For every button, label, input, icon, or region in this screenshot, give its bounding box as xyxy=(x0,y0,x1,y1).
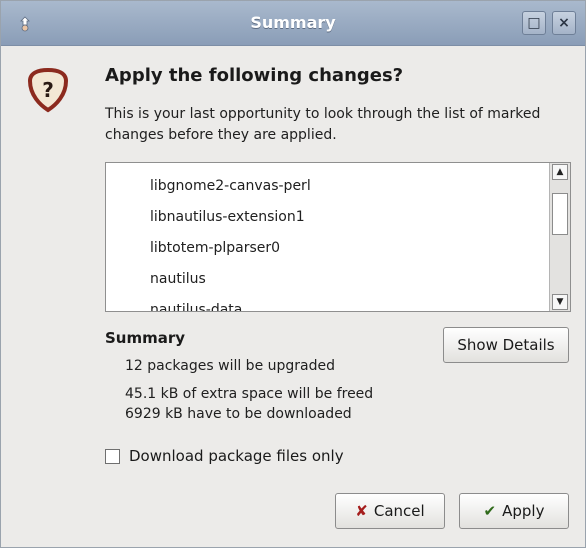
list-item[interactable]: libtotem-plparser0 xyxy=(150,233,311,264)
list-item[interactable]: nautilus-data xyxy=(150,295,311,311)
download-only-label[interactable]: Download package files only xyxy=(129,447,344,465)
list-item[interactable]: libgnome2-canvas-perl xyxy=(150,171,311,202)
apply-check-icon: ✔ xyxy=(483,502,497,520)
window-title: Summary xyxy=(250,13,336,32)
title-bar[interactable]: Summary □ × xyxy=(1,1,585,46)
upgrade-count-text: 12 packages will be upgraded xyxy=(125,358,335,374)
download-only-checkbox[interactable] xyxy=(105,449,120,464)
space-freed-text: 45.1 kB of extra space will be freed xyxy=(125,386,374,402)
list-item[interactable]: libnautilus-extension1 xyxy=(150,202,311,233)
cancel-button[interactable]: ✘ Cancel xyxy=(335,493,445,529)
show-details-button[interactable]: Show Details xyxy=(443,327,569,363)
question-icon: ? xyxy=(25,67,71,113)
list-item[interactable]: nautilus xyxy=(150,264,311,295)
close-button[interactable]: × xyxy=(552,11,576,35)
scrollbar-thumb[interactable] xyxy=(552,193,568,235)
scroll-down-arrow-icon[interactable]: ▼ xyxy=(552,294,568,310)
dialog-description: This is your last opportunity to look th… xyxy=(105,106,541,143)
cancel-x-icon: ✘ xyxy=(355,502,368,520)
svg-text:?: ? xyxy=(42,78,54,102)
download-size-text: 6929 kB have to be downloaded xyxy=(125,406,352,422)
scroll-up-arrow-icon[interactable]: ▲ xyxy=(552,164,568,180)
dialog-heading: Apply the following changes? xyxy=(105,65,404,86)
summary-dialog-window: Summary □ × ? Apply the following change… xyxy=(0,0,586,548)
changes-list[interactable]: libgnome2-canvas-perl libnautilus-extens… xyxy=(105,162,571,312)
cancel-button-label: Cancel xyxy=(373,502,425,520)
apply-button[interactable]: ✔ Apply xyxy=(459,493,569,529)
maximize-button[interactable]: □ xyxy=(522,11,546,35)
changes-list-items: libgnome2-canvas-perl libnautilus-extens… xyxy=(150,171,311,311)
apply-button-label: Apply xyxy=(502,502,545,520)
list-scrollbar[interactable]: ▲ ▼ xyxy=(549,163,570,311)
summary-heading: Summary xyxy=(105,329,186,347)
